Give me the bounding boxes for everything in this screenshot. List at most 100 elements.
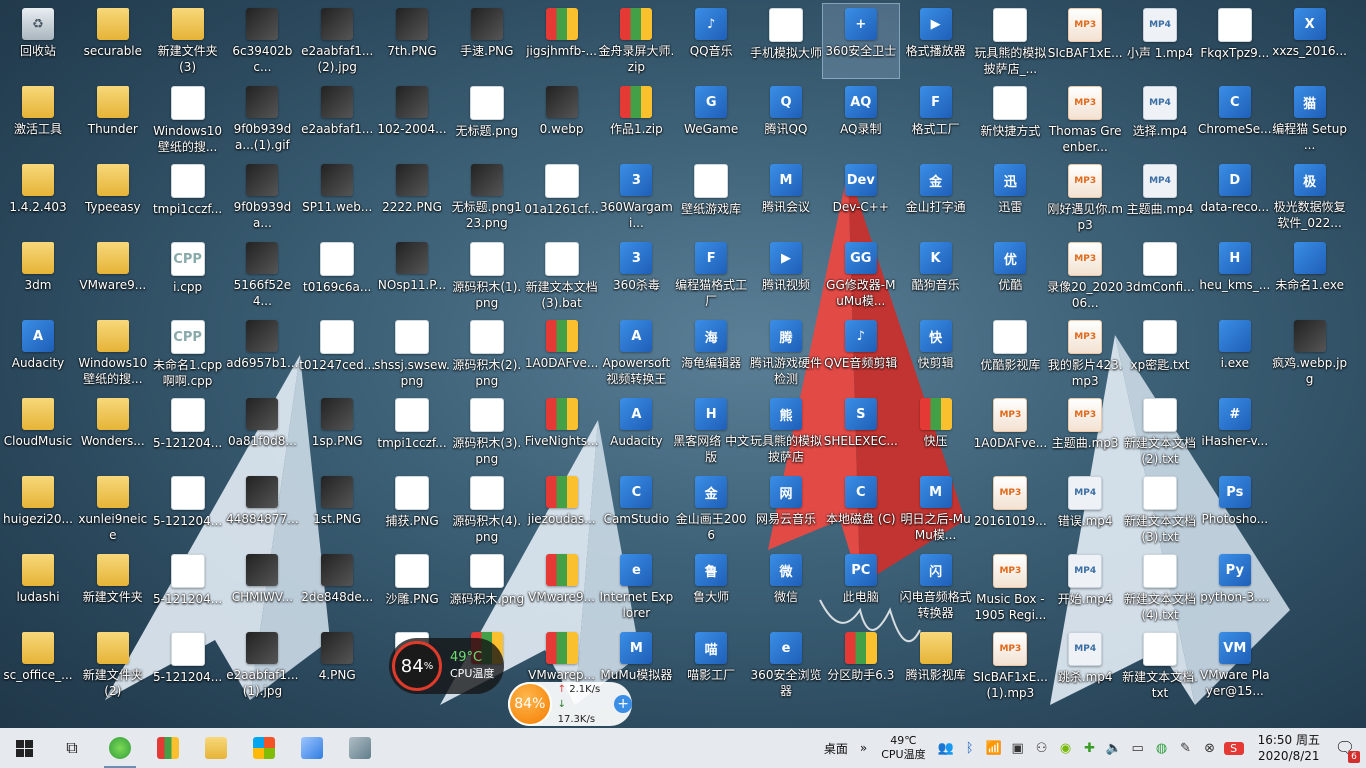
desktop-icon[interactable]: 44884877... <box>224 472 300 546</box>
desktop-icon[interactable]: i.exe <box>1197 316 1273 390</box>
desktop-icon[interactable]: 闪闪电音频格式转换器 <box>898 550 974 624</box>
desktop-icon[interactable]: 3dmConfi... <box>1122 238 1198 312</box>
desktop-icon[interactable]: ♪ QVE音频剪辑 <box>823 316 899 390</box>
desktop-icon[interactable]: 激活工具 <box>0 82 76 156</box>
network-icon[interactable]: ⚇ <box>1032 741 1052 756</box>
system-clock[interactable]: 16:50 周五 2020/8/21 <box>1258 732 1320 764</box>
desktop-icon[interactable]: 分区助手6.3 <box>823 628 899 702</box>
desktop-icon[interactable]: 新建文件夹(3) <box>150 4 226 78</box>
desktop-icon[interactable]: e 360安全浏览器 <box>748 628 824 702</box>
desktop-icon[interactable]: e2aabfaf1...(1).jpg <box>224 628 300 702</box>
desktop-icon[interactable]: PC 此电脑 <box>823 550 899 624</box>
desktop-icon[interactable]: A Audacity <box>598 394 674 468</box>
desktop-icon[interactable]: MP3 Music Box - 1905 Regi... <box>972 550 1048 624</box>
desktop-icon[interactable]: ludashi <box>0 550 76 624</box>
desktop-icon[interactable]: MP3 我的影片423.mp3 <box>1047 316 1123 390</box>
desktop-icon[interactable]: 4.PNG <box>299 628 375 702</box>
desktop-icon[interactable]: MP4 小声 1.mp4 <box>1122 4 1198 78</box>
desktop-icon[interactable]: 源码积木.png <box>449 550 525 624</box>
360-browser-tray-icon[interactable]: ◍ <box>1152 741 1172 756</box>
360-guard-tray-icon[interactable]: ✚ <box>1080 741 1100 756</box>
desktop-icon[interactable]: MP3 Thomas Greenber... <box>1047 82 1123 156</box>
desktop-icon[interactable]: 鲁鲁大师 <box>673 550 749 624</box>
desktop-icon[interactable]: 微微信 <box>748 550 824 624</box>
desktop-icon[interactable]: 源码积木(4).png <box>449 472 525 546</box>
pen-icon[interactable]: ✎ <box>1176 741 1196 756</box>
desktop-icon[interactable]: 疯鸡.webp.jpg <box>1272 316 1348 390</box>
memory-usage-ball[interactable]: 84% <box>508 682 552 726</box>
desktop-icon[interactable]: 沙雕.PNG <box>374 550 450 624</box>
desktop-icon[interactable]: C 本地磁盘 (C) <box>823 472 899 546</box>
desktop-icon[interactable]: 捕获.PNG <box>374 472 450 546</box>
desktop-icon[interactable]: jigsjhmfb-... <box>524 4 600 78</box>
desktop-icon[interactable]: huigezi20... <box>0 472 76 546</box>
desktop-icon[interactable]: 5-121204... <box>150 628 226 702</box>
taskbar-app-screenshot[interactable] <box>336 728 384 768</box>
taskbar-app-thunder[interactable] <box>288 728 336 768</box>
desktop-icon[interactable]: H 黑客网络 中文版 <box>673 394 749 468</box>
desktop-icon[interactable]: 新建文本文档.txt <box>1122 628 1198 702</box>
desktop-icon[interactable]: 9f0b939da...(1).gif <box>224 82 300 156</box>
desktop-icon[interactable]: 网网易云音乐 <box>748 472 824 546</box>
desktop-icon[interactable]: CloudMusic <box>0 394 76 468</box>
desktop-icon[interactable]: Thunder <box>75 82 151 156</box>
action-center-button[interactable]: 🗨 6 <box>1332 735 1360 763</box>
desktop-icon[interactable]: CPP 未命名1.cpp啊啊.cpp <box>150 316 226 390</box>
desktop-icon[interactable]: 玩具熊的模拟披萨店_... <box>972 4 1048 78</box>
desktop-icon[interactable]: Py python-3.... <box>1197 550 1273 624</box>
desktop-icon[interactable]: 快快剪辑 <box>898 316 974 390</box>
desktop-icon[interactable]: securable <box>75 4 151 78</box>
taskbar-app-winrar[interactable] <box>144 728 192 768</box>
desktop-icon[interactable]: A Audacity <box>0 316 76 390</box>
desktop-icon[interactable]: ♻ 回收站 <box>0 4 76 78</box>
desktop-icon[interactable]: sc_office_... <box>0 628 76 702</box>
desktop-icon[interactable]: C ChromeSe... <box>1197 82 1273 156</box>
desktop-icon[interactable]: 3dm <box>0 238 76 312</box>
desktop-icon[interactable]: C CamStudio <box>598 472 674 546</box>
desktop-icon[interactable]: 无标题.png <box>449 82 525 156</box>
desktop-icon[interactable]: Hheu_kms_... <box>1197 238 1273 312</box>
desktop-icon[interactable]: 新建文件夹(2) <box>75 628 151 702</box>
desktop-icon[interactable]: 102-2004... <box>374 82 450 156</box>
desktop-icon[interactable]: 极极光数据恢复软件_022... <box>1272 160 1348 234</box>
desktop-icon[interactable]: Windows10壁纸的搜... <box>75 316 151 390</box>
desktop-icon[interactable]: Ps Photosho... <box>1197 472 1273 546</box>
desktop-icon[interactable]: VMware9... <box>75 238 151 312</box>
desktop-icon[interactable]: 5-121204... <box>150 394 226 468</box>
desktop-icon[interactable]: 金金山画王2006 <box>673 472 749 546</box>
desktop-icon[interactable]: 金舟录屏大师.zip <box>598 4 674 78</box>
desktop-icon[interactable]: tmpi1cczf... <box>374 394 450 468</box>
desktop-icon[interactable]: 5-121204... <box>150 472 226 546</box>
desktop-icon[interactable]: +360安全卫士 <box>821 3 900 79</box>
desktop-icon[interactable]: SP11.web... <box>299 160 375 234</box>
desktop-icon[interactable]: 快压 <box>898 394 974 468</box>
desktop-icon[interactable]: MP3 主题曲.mp3 <box>1047 394 1123 468</box>
desktop-icon[interactable]: 迅迅雷 <box>972 160 1048 234</box>
desktop-icon[interactable]: 1A0DAFve... <box>524 316 600 390</box>
desktop-icon[interactable]: MP4 开始.mp4 <box>1047 550 1123 624</box>
cpu-monitor-widget[interactable]: 84% 49°C CPU温度 <box>389 638 504 694</box>
desktop-icon[interactable]: S SHELEXEC... <box>823 394 899 468</box>
desktop-icon[interactable]: 猫编程猫 Setup ... <box>1272 82 1348 156</box>
desktop-icon[interactable]: A Apowersoft视频转换王 <box>598 316 674 390</box>
wifi-icon[interactable]: 📶 <box>984 741 1004 756</box>
desktop-icon[interactable]: NOsp11.P... <box>374 238 450 312</box>
desktop-icon[interactable]: 2de848de... <box>299 550 375 624</box>
desktop-icon[interactable]: ad6957b1... <box>224 316 300 390</box>
desktop-icon[interactable]: xp密匙.txt <box>1122 316 1198 390</box>
desktop-icon[interactable]: G WeGame <box>673 82 749 156</box>
desktop-icon[interactable]: 无标题.png123.png <box>449 160 525 234</box>
desktop-icon[interactable]: 5-121204... <box>150 550 226 624</box>
desktop-icon[interactable]: CHMIWV... <box>224 550 300 624</box>
taskbar-app-360-browser[interactable] <box>96 728 144 768</box>
desktop-icon[interactable]: Ddata-reco... <box>1197 160 1273 234</box>
desktop-icon[interactable]: 5166f52e4... <box>224 238 300 312</box>
desktop-icon[interactable]: 手机模拟大师 <box>748 4 824 78</box>
desktop-icon[interactable]: ♪ QQ音乐 <box>673 4 749 78</box>
desktop-icon[interactable]: 0.webp <box>524 82 600 156</box>
desktop-icon[interactable]: M 腾讯会议 <box>748 160 824 234</box>
desktop-icon[interactable]: 新建文本文档 (2).txt <box>1122 394 1198 468</box>
desktop-icon[interactable]: tmpi1cczf... <box>150 160 226 234</box>
nvidia-icon[interactable]: ◉ <box>1056 741 1076 756</box>
desktop-icon[interactable]: Typeeasy <box>75 160 151 234</box>
